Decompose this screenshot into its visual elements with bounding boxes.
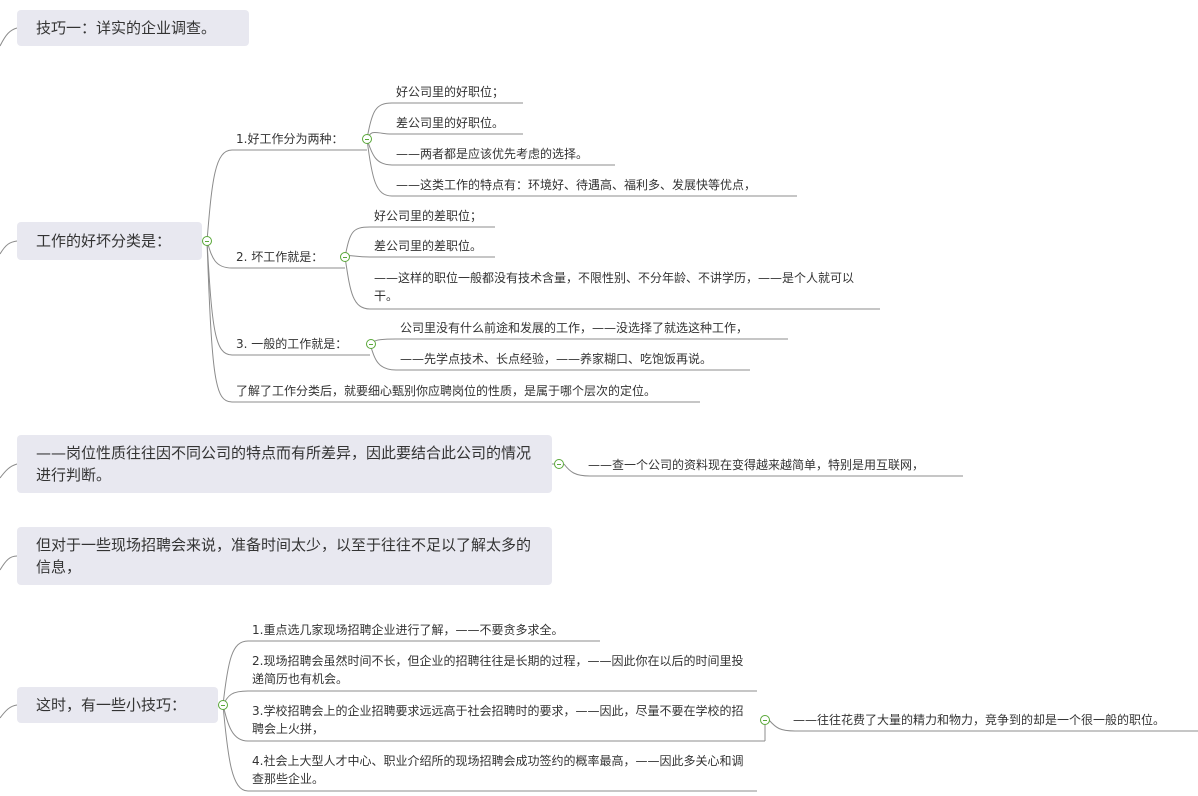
- tip-item[interactable]: 1.重点选几家现场招聘企业进行了解，——不要贪多求全。: [252, 621, 563, 639]
- collapse-toggle-icon[interactable]: [218, 700, 228, 710]
- bad-job-item[interactable]: 差公司里的差职位。: [374, 237, 482, 255]
- tip-item[interactable]: 3.学校招聘会上的企业招聘要求远远高于社会招聘时的要求，——因此，尽量不要在学校…: [252, 702, 752, 738]
- topic-label: 技巧一：详实的企业调查。: [36, 19, 217, 37]
- topic-job-fair[interactable]: 但对于一些现场招聘会来说，准备时间太少，以至于往往不足以了解太多的信息，: [17, 527, 552, 585]
- classification-conclusion[interactable]: 了解了工作分类后，就要细心甄别你应聘岗位的性质，是属于哪个层次的定位。: [236, 382, 656, 400]
- category-bad-jobs[interactable]: 2. 坏工作就是：: [236, 248, 323, 266]
- normal-job-item[interactable]: 公司里没有什么前途和发展的工作，——没选择了就选这种工作，: [400, 319, 748, 337]
- topic-research[interactable]: 技巧一：详实的企业调查。: [17, 10, 249, 46]
- good-job-item[interactable]: 好公司里的好职位；: [396, 83, 504, 101]
- collapse-toggle-icon[interactable]: [340, 252, 350, 262]
- tip3-note[interactable]: ——往往花费了大量的精力和物力，竞争到的却是一个很一般的职位。: [793, 711, 1165, 729]
- good-job-item[interactable]: 差公司里的好职位。: [396, 114, 504, 132]
- topic-job-classification[interactable]: 工作的好坏分类是：: [17, 222, 202, 260]
- collapse-toggle-icon[interactable]: [366, 339, 376, 349]
- tip-item[interactable]: 2.现场招聘会虽然时间不长，但企业的招聘往往是长期的过程，——因此你在以后的时间…: [252, 652, 752, 688]
- topic-label: 这时，有一些小技巧：: [36, 696, 187, 714]
- topic-position-nature[interactable]: ——岗位性质往往因不同公司的特点而有所差异，因此要结合此公司的情况进行判断。: [17, 435, 552, 493]
- tip-item[interactable]: 4.社会上大型人才中心、职业介绍所的现场招聘会成功签约的概率最高，——因此多关心…: [252, 752, 752, 788]
- topic-label: 工作的好坏分类是：: [36, 232, 172, 250]
- topic-label: 但对于一些现场招聘会来说，准备时间太少，以至于往往不足以了解太多的信息，: [36, 536, 532, 576]
- bad-job-item[interactable]: ——这样的职位一般都没有技术含量，不限性别、不分年龄、不讲学历，——是个人就可以…: [374, 269, 864, 305]
- root-connector: [0, 555, 18, 571]
- root-connector: [0, 463, 18, 479]
- category-good-jobs[interactable]: 1.好工作分为两种：: [236, 130, 343, 148]
- internet-research-note[interactable]: ——查一个公司的资料现在变得越来越简单，特别是用互联网，: [588, 456, 924, 474]
- collapse-toggle-icon[interactable]: [554, 459, 564, 469]
- bad-job-item[interactable]: 好公司里的差职位；: [374, 207, 482, 225]
- root-connector: [0, 27, 18, 47]
- collapse-toggle-icon[interactable]: [202, 236, 212, 246]
- good-job-item[interactable]: ——两者都是应该优先考虑的选择。: [396, 145, 588, 163]
- topic-tips[interactable]: 这时，有一些小技巧：: [17, 687, 218, 723]
- collapse-toggle-icon[interactable]: [362, 134, 372, 144]
- root-connector: [0, 240, 18, 255]
- topic-label: ——岗位性质往往因不同公司的特点而有所差异，因此要结合此公司的情况进行判断。: [36, 444, 532, 484]
- collapse-toggle-icon[interactable]: [760, 715, 770, 725]
- normal-job-item[interactable]: ——先学点技术、长点经验，——养家糊口、吃饱饭再说。: [400, 350, 712, 368]
- root-connector: [0, 704, 18, 719]
- category-normal-jobs[interactable]: 3. 一般的工作就是：: [236, 335, 347, 353]
- good-job-item[interactable]: ——这类工作的特点有：环境好、待遇高、福利多、发展快等优点，: [396, 176, 756, 194]
